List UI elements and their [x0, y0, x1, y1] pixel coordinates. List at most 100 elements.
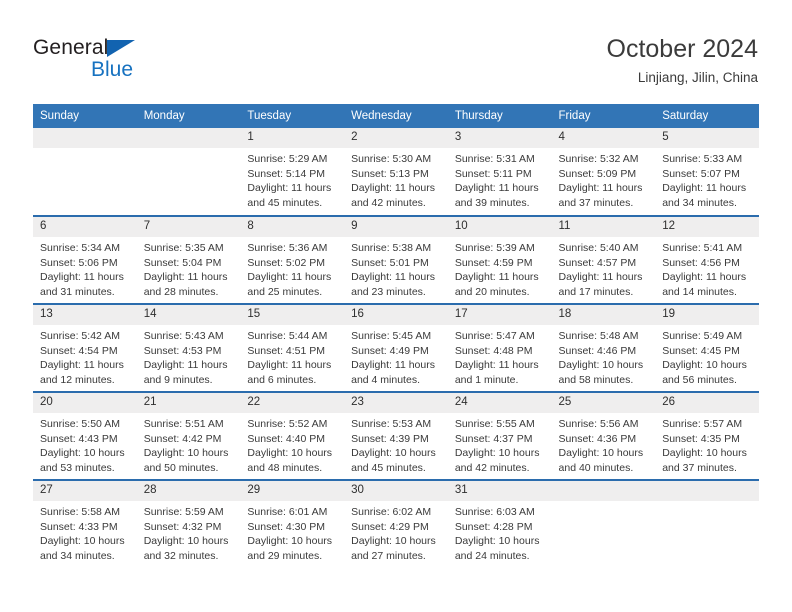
sunset-line: Sunset: 4:53 PM	[143, 344, 222, 357]
sunrise-line: Sunrise: 5:45 AM	[351, 330, 432, 342]
day-cell[interactable]: 10 Sunrise: 5:39 AM Sunset: 4:59 PM Dayl…	[447, 215, 552, 304]
day-cell[interactable]	[136, 128, 241, 216]
day-cell[interactable]: 1 Sunrise: 5:29 AM Sunset: 5:14 PM Dayli…	[240, 128, 345, 216]
sunrise-line: Sunrise: 5:53 AM	[351, 418, 432, 430]
day-cell[interactable]	[655, 479, 759, 568]
day-cell[interactable]: 7 Sunrise: 5:35 AM Sunset: 5:04 PM Dayli…	[136, 215, 241, 304]
day-number	[551, 481, 656, 501]
day-details: Sunrise: 5:43 AM Sunset: 4:53 PM Dayligh…	[137, 325, 241, 387]
day-cell[interactable]: 17 Sunrise: 5:47 AM Sunset: 4:48 PM Dayl…	[447, 303, 552, 392]
day-number: 31	[447, 481, 552, 501]
sunset-line: Sunset: 4:37 PM	[454, 432, 533, 445]
day-number: 19	[655, 305, 759, 325]
day-details: Sunrise: 5:53 AM Sunset: 4:39 PM Dayligh…	[344, 413, 448, 475]
logo-triangle-icon	[107, 40, 135, 57]
day-cell[interactable]: 31 Sunrise: 6:03 AM Sunset: 4:28 PM Dayl…	[447, 479, 552, 568]
day-cell[interactable]: 8 Sunrise: 5:36 AM Sunset: 5:02 PM Dayli…	[240, 215, 345, 304]
day-cell[interactable]: 3 Sunrise: 5:31 AM Sunset: 5:11 PM Dayli…	[447, 128, 552, 216]
day-cell[interactable]: 21 Sunrise: 5:51 AM Sunset: 4:42 PM Dayl…	[136, 391, 241, 480]
day-cell[interactable]: 30 Sunrise: 6:02 AM Sunset: 4:29 PM Dayl…	[344, 479, 448, 568]
day-number: 12	[655, 217, 759, 237]
day-cell[interactable]: 27 Sunrise: 5:58 AM Sunset: 4:33 PM Dayl…	[33, 479, 137, 568]
day-cell[interactable]: 25 Sunrise: 5:56 AM Sunset: 4:36 PM Dayl…	[551, 391, 656, 480]
day-details: Sunrise: 6:01 AM Sunset: 4:30 PM Dayligh…	[240, 501, 344, 563]
day-details: Sunrise: 5:57 AM Sunset: 4:35 PM Dayligh…	[655, 413, 759, 475]
day-cell[interactable]: 6 Sunrise: 5:34 AM Sunset: 5:06 PM Dayli…	[33, 215, 137, 304]
day-details: Sunrise: 5:41 AM Sunset: 4:56 PM Dayligh…	[655, 237, 759, 299]
sunrise-line: Sunrise: 6:02 AM	[351, 506, 432, 518]
daylight-line-2: and 39 minutes.	[454, 196, 530, 209]
sunset-line: Sunset: 4:28 PM	[454, 520, 533, 533]
day-cell[interactable]: 22 Sunrise: 5:52 AM Sunset: 4:40 PM Dayl…	[240, 391, 345, 480]
day-number: 11	[551, 217, 656, 237]
sunrise-line: Sunrise: 5:56 AM	[558, 418, 639, 430]
daylight-line-1: Daylight: 10 hours	[143, 447, 229, 459]
day-number	[33, 128, 137, 148]
calendar-week-row: 1 Sunrise: 5:29 AM Sunset: 5:14 PM Dayli…	[33, 128, 759, 216]
daylight-line-1: Daylight: 11 hours	[351, 271, 435, 283]
day-details: Sunrise: 5:42 AM Sunset: 4:54 PM Dayligh…	[33, 325, 137, 387]
day-cell[interactable]: 14 Sunrise: 5:43 AM Sunset: 4:53 PM Dayl…	[136, 303, 241, 392]
day-cell[interactable]: 9 Sunrise: 5:38 AM Sunset: 5:01 PM Dayli…	[344, 215, 448, 304]
sunrise-line: Sunrise: 5:41 AM	[662, 242, 743, 254]
logo-text-blue: Blue	[91, 58, 134, 81]
day-cell[interactable]	[33, 128, 137, 216]
daylight-line-1: Daylight: 10 hours	[558, 447, 644, 459]
daylight-line-2: and 17 minutes.	[558, 285, 634, 298]
daylight-line-2: and 34 minutes.	[662, 196, 737, 209]
day-number: 13	[33, 305, 137, 325]
day-cell[interactable]: 28 Sunrise: 5:59 AM Sunset: 4:32 PM Dayl…	[136, 479, 241, 568]
sunset-line: Sunset: 4:45 PM	[662, 344, 740, 357]
daylight-line-1: Daylight: 10 hours	[454, 535, 540, 547]
weekday-header-saturday: Saturday	[655, 104, 759, 128]
day-cell[interactable]: 24 Sunrise: 5:55 AM Sunset: 4:37 PM Dayl…	[447, 391, 552, 480]
day-cell[interactable]: 26 Sunrise: 5:57 AM Sunset: 4:35 PM Dayl…	[655, 391, 759, 480]
daylight-line-1: Daylight: 11 hours	[247, 359, 332, 371]
day-details: Sunrise: 5:47 AM Sunset: 4:48 PM Dayligh…	[448, 325, 552, 387]
day-cell[interactable]: 23 Sunrise: 5:53 AM Sunset: 4:39 PM Dayl…	[344, 391, 448, 480]
day-cell[interactable]: 16 Sunrise: 5:45 AM Sunset: 4:49 PM Dayl…	[344, 303, 448, 392]
daylight-line-1: Daylight: 10 hours	[247, 447, 333, 459]
day-number: 6	[33, 217, 137, 237]
sunset-line: Sunset: 4:40 PM	[247, 432, 326, 445]
sunset-line: Sunset: 4:39 PM	[351, 432, 429, 445]
day-details: Sunrise: 5:30 AM Sunset: 5:13 PM Dayligh…	[344, 148, 448, 210]
sunrise-line: Sunrise: 5:39 AM	[454, 242, 535, 254]
sunset-line: Sunset: 4:32 PM	[143, 520, 222, 533]
day-cell[interactable]: 4 Sunrise: 5:32 AM Sunset: 5:09 PM Dayli…	[551, 128, 656, 216]
sunset-line: Sunset: 5:14 PM	[247, 167, 326, 180]
day-cell[interactable]: 20 Sunrise: 5:50 AM Sunset: 4:43 PM Dayl…	[33, 391, 137, 480]
sunrise-line: Sunrise: 5:48 AM	[558, 330, 639, 342]
daylight-line-1: Daylight: 10 hours	[351, 535, 436, 547]
daylight-line-1: Daylight: 10 hours	[40, 447, 125, 459]
day-cell[interactable]: 11 Sunrise: 5:40 AM Sunset: 4:57 PM Dayl…	[551, 215, 656, 304]
daylight-line-1: Daylight: 11 hours	[662, 182, 747, 194]
sunrise-line: Sunrise: 5:55 AM	[454, 418, 535, 430]
sunset-line: Sunset: 4:56 PM	[662, 256, 740, 269]
daylight-line-1: Daylight: 11 hours	[40, 271, 124, 283]
day-cell[interactable]: 2 Sunrise: 5:30 AM Sunset: 5:13 PM Dayli…	[344, 128, 448, 216]
day-number	[136, 128, 241, 148]
sunrise-line: Sunrise: 5:30 AM	[351, 153, 432, 165]
daylight-line-1: Daylight: 11 hours	[558, 182, 643, 194]
daylight-line-1: Daylight: 11 hours	[143, 359, 228, 371]
daylight-line-2: and 1 minute.	[454, 373, 519, 386]
day-cell[interactable]	[551, 479, 656, 568]
day-number: 21	[136, 393, 241, 413]
day-cell[interactable]: 19 Sunrise: 5:49 AM Sunset: 4:45 PM Dayl…	[655, 303, 759, 392]
calendar-table: Sunday Monday Tuesday Wednesday Thursday…	[33, 104, 759, 568]
daylight-line-1: Daylight: 11 hours	[40, 359, 124, 371]
generalblue-logo[interactable]: General Blue	[33, 36, 233, 86]
sunset-line: Sunset: 5:09 PM	[558, 167, 637, 180]
sunset-line: Sunset: 4:48 PM	[454, 344, 533, 357]
daylight-line-2: and 28 minutes.	[143, 285, 219, 298]
day-cell[interactable]: 12 Sunrise: 5:41 AM Sunset: 4:56 PM Dayl…	[655, 215, 759, 304]
daylight-line-2: and 45 minutes.	[247, 196, 323, 209]
day-number	[655, 481, 759, 501]
day-cell[interactable]: 13 Sunrise: 5:42 AM Sunset: 4:54 PM Dayl…	[33, 303, 137, 392]
day-cell[interactable]: 29 Sunrise: 6:01 AM Sunset: 4:30 PM Dayl…	[240, 479, 345, 568]
day-cell[interactable]: 18 Sunrise: 5:48 AM Sunset: 4:46 PM Dayl…	[551, 303, 656, 392]
day-cell[interactable]: 5 Sunrise: 5:33 AM Sunset: 5:07 PM Dayli…	[655, 128, 759, 216]
daylight-line-1: Daylight: 11 hours	[247, 182, 332, 194]
day-cell[interactable]: 15 Sunrise: 5:44 AM Sunset: 4:51 PM Dayl…	[240, 303, 345, 392]
